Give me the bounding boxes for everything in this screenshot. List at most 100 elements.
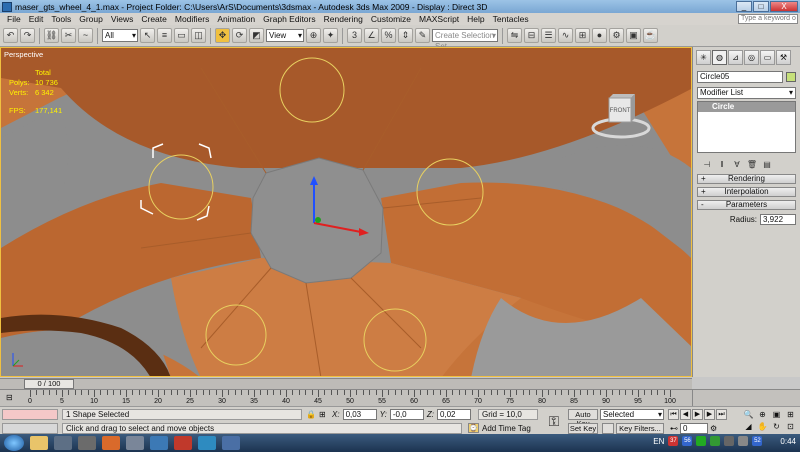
maximize-viewport-icon[interactable]: ⊡ <box>784 421 797 432</box>
skype-tray-icon[interactable] <box>710 436 721 446</box>
z-coordinate-field[interactable]: 0,02 <box>436 409 471 420</box>
rollout-interpolation[interactable]: + Interpolation <box>697 187 796 197</box>
start-button-icon[interactable] <box>4 435 24 451</box>
configure-modifier-sets-icon[interactable]: ▤ <box>761 159 773 171</box>
auto-key-button[interactable]: Auto Key <box>568 409 598 428</box>
app5-taskbar-icon[interactable] <box>222 436 240 450</box>
3dsmax-taskbar-icon[interactable] <box>78 436 96 450</box>
select-and-move-icon[interactable]: ✥ <box>215 28 230 43</box>
pivot-center-icon[interactable]: ⊕ <box>306 28 321 43</box>
opera-taskbar-icon[interactable] <box>174 436 192 450</box>
schematic-view-icon[interactable]: ⊞ <box>575 28 590 43</box>
time-configuration-icon[interactable]: ⚙ <box>710 424 717 433</box>
maxscript-listener-mini[interactable] <box>2 409 58 420</box>
selection-lock-icon[interactable]: 🔒 <box>306 410 316 420</box>
layer-manager-icon[interactable]: ☰ <box>541 28 556 43</box>
menu-edit[interactable]: Edit <box>25 14 48 24</box>
go-to-start-icon[interactable]: ⏮ <box>668 409 679 420</box>
align-icon[interactable]: ⊟ <box>524 28 539 43</box>
menu-views[interactable]: Views <box>107 14 138 24</box>
snaps-toggle-icon[interactable]: 3 <box>347 28 362 43</box>
app-taskbar-icon[interactable] <box>54 436 72 450</box>
show-end-result-icon[interactable]: ‖ <box>716 159 728 171</box>
utilities-tab-icon[interactable]: ⚒ <box>776 50 791 65</box>
select-and-manipulate-icon[interactable]: ✦ <box>323 28 338 43</box>
menu-create[interactable]: Create <box>137 14 171 24</box>
viewcube[interactable]: FRONT <box>591 88 651 148</box>
pin-stack-icon[interactable]: ⊣ <box>701 159 713 171</box>
unlink-icon[interactable]: ✂ <box>61 28 76 43</box>
time-slider-thumb[interactable]: 0 / 100 <box>24 379 74 389</box>
radius-spinner[interactable]: 3,922 <box>760 214 796 225</box>
modifier-list-dropdown[interactable]: Modifier List <box>697 87 796 99</box>
redo-icon[interactable]: ↷ <box>20 28 35 43</box>
explorer-taskbar-icon[interactable] <box>30 436 48 450</box>
app4-taskbar-icon[interactable] <box>198 436 216 450</box>
select-by-name-icon[interactable]: ≡ <box>157 28 172 43</box>
default-in-out-tangent-icon[interactable] <box>602 423 614 434</box>
hierarchy-tab-icon[interactable]: ⊿ <box>728 50 743 65</box>
clock[interactable]: 0:44 <box>780 437 796 446</box>
set-keys-icon[interactable]: ⚿ <box>544 411 564 431</box>
curve-editor-icon[interactable]: ∿ <box>558 28 573 43</box>
spinner-snap-icon[interactable]: ⇕ <box>398 28 413 43</box>
render-setup-icon[interactable]: ⚙ <box>609 28 624 43</box>
x-coordinate-field[interactable]: 0,03 <box>342 409 377 420</box>
mirror-icon[interactable]: ⇋ <box>507 28 522 43</box>
selection-filter-dropdown[interactable]: All <box>102 29 138 42</box>
key-selection-dropdown[interactable]: Selected <box>600 409 664 420</box>
set-key-button[interactable]: Set Key <box>568 423 598 434</box>
volume-tray-icon[interactable] <box>738 436 749 446</box>
menu-animation[interactable]: Animation <box>213 14 259 24</box>
undo-icon[interactable]: ↶ <box>3 28 18 43</box>
play-icon[interactable]: ▶ <box>692 409 703 420</box>
tray-badge-blue-icon[interactable]: 56 <box>682 436 693 446</box>
stack-item-circle[interactable]: Circle <box>698 102 795 112</box>
material-editor-icon[interactable]: ● <box>592 28 607 43</box>
menu-file[interactable]: File <box>3 14 25 24</box>
select-object-icon[interactable]: ↖ <box>140 28 155 43</box>
previous-frame-icon[interactable]: ◀ <box>680 409 691 420</box>
language-indicator[interactable]: EN <box>653 437 664 446</box>
menu-group[interactable]: Group <box>75 14 107 24</box>
menu-maxscript[interactable]: MAXScript <box>415 14 463 24</box>
tray-badge-red-icon[interactable]: 37 <box>668 436 679 446</box>
track-bar[interactable]: ⊟ 0 5 10 15 20 25 30 35 40 45 50 55 60 65 70 75 80 85 90 95… <box>0 389 692 406</box>
select-and-link-icon[interactable]: ⛓ <box>44 28 59 43</box>
render-production-icon[interactable]: ☕ <box>643 28 658 43</box>
rollout-parameters[interactable]: - Parameters <box>697 200 796 210</box>
app2-taskbar-icon[interactable] <box>126 436 144 450</box>
key-filters-button[interactable]: Key Filters... <box>616 423 664 434</box>
app-icon[interactable] <box>2 1 12 12</box>
photoshop-taskbar-icon[interactable] <box>102 436 120 450</box>
y-coordinate-field[interactable]: -0,0 <box>389 409 424 420</box>
menu-modifiers[interactable]: Modifiers <box>171 14 213 24</box>
maximize-button[interactable]: □ <box>753 1 769 12</box>
minimize-button[interactable]: _ <box>736 1 752 12</box>
zoom-icon[interactable]: 🔍 <box>742 409 755 420</box>
rectangular-selection-icon[interactable]: ▭ <box>174 28 189 43</box>
window-crossing-icon[interactable]: ◫ <box>191 28 206 43</box>
track-bar-key-icon[interactable]: ⊟ <box>6 393 18 403</box>
menu-rendering[interactable]: Rendering <box>320 14 367 24</box>
make-unique-icon[interactable]: ∀ <box>731 159 743 171</box>
reference-coordinate-dropdown[interactable]: View <box>266 29 304 42</box>
menu-tentacles[interactable]: Tentacles <box>489 14 533 24</box>
angle-snap-icon[interactable]: ∠ <box>364 28 379 43</box>
tray-badge-count-icon[interactable]: 52 <box>752 436 763 446</box>
go-to-end-icon[interactable]: ⏭ <box>716 409 727 420</box>
add-time-tag-button[interactable]: ⌚ Add Time Tag <box>466 423 540 434</box>
tray-app-icon[interactable] <box>696 436 707 446</box>
menu-help[interactable]: Help <box>463 14 488 24</box>
object-color-swatch[interactable] <box>786 72 796 82</box>
select-and-scale-icon[interactable]: ◩ <box>249 28 264 43</box>
zoom-all-icon[interactable]: ⊕ <box>756 409 769 420</box>
percent-snap-icon[interactable]: % <box>381 28 396 43</box>
menu-customize[interactable]: Customize <box>367 14 415 24</box>
menu-tools[interactable]: Tools <box>47 14 75 24</box>
close-button[interactable]: X <box>770 1 798 12</box>
maxscript-listener-output[interactable] <box>2 423 58 434</box>
key-mode-icon[interactable]: ⊷ <box>670 424 678 433</box>
keyword-search-input[interactable]: Type a keyword o <box>738 14 798 24</box>
object-name-field[interactable]: Circle05 <box>697 71 783 83</box>
